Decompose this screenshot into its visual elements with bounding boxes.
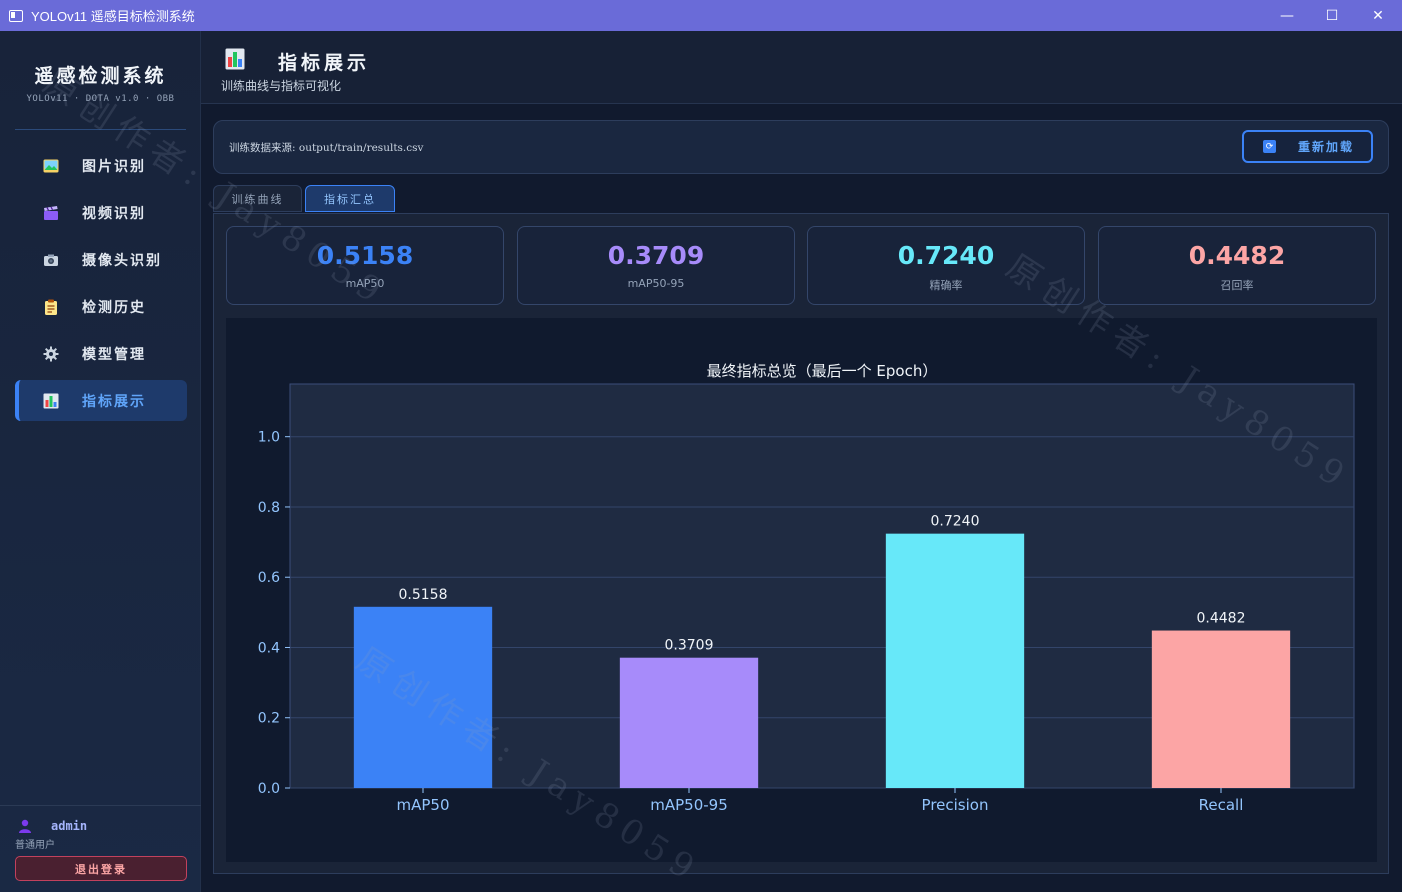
user-name: admin	[51, 819, 88, 833]
sidebar-item-image[interactable]: 图片识别	[15, 145, 187, 186]
y-tick-label: 0.2	[258, 711, 280, 727]
metric-value: 0.3709	[607, 241, 705, 270]
bar-chart-icon	[225, 48, 245, 70]
minimize-button[interactable]: —	[1264, 0, 1310, 31]
bar-chart-icon	[43, 393, 59, 409]
clapper-icon	[43, 205, 59, 221]
y-tick-label: 0.8	[258, 500, 280, 516]
sidebar-item-metrics[interactable]: 指标展示	[15, 380, 187, 421]
bar-map50	[353, 606, 493, 788]
bar-value-label: 0.5158	[399, 587, 448, 603]
image-icon	[43, 158, 59, 174]
tab-metrics-summary[interactable]: 指标汇总	[305, 185, 395, 212]
reload-button[interactable]: ⟳ 重新加载	[1242, 130, 1373, 163]
sidebar-item-history[interactable]: 检测历史	[15, 286, 187, 327]
x-tick-label: Precision	[922, 796, 989, 814]
sidebar-item-label: 指标展示	[82, 393, 146, 410]
metric-card-map50: 0.5158 mAP50	[226, 226, 504, 305]
chart-title: 最终指标总览（最后一个 Epoch）	[707, 362, 938, 380]
app-icon	[9, 9, 23, 22]
metric-card-map50-95: 0.3709 mAP50-95	[517, 226, 795, 305]
refresh-icon: ⟳	[1263, 140, 1276, 153]
chart-svg: 0.0 0.2 0.4 0.6 0.8 1.0 0.5158 mAP50 0.3709 mAP50…	[258, 362, 1355, 814]
sidebar-item-label: 摄像头识别	[82, 252, 162, 269]
clipboard-icon	[43, 299, 59, 315]
sidebar-item-label: 图片识别	[82, 158, 146, 175]
page-title: 指标展示	[278, 52, 371, 74]
metric-value: 0.4482	[1188, 241, 1286, 270]
x-tick-label: mAP50	[396, 796, 449, 814]
page-header: 指标展示 训练曲线与指标可视化	[201, 31, 1402, 104]
window-titlebar: YOLOv11 遥感目标检测系统 — ☐ ✕	[0, 0, 1402, 31]
brand-title: 遥感检测系统	[34, 65, 167, 87]
reload-button-label: 重新加载	[1298, 140, 1355, 154]
metric-label: 召回率	[1220, 279, 1254, 292]
close-button[interactable]: ✕	[1355, 0, 1401, 31]
metric-card-recall: 0.4482 召回率	[1098, 226, 1376, 305]
brand-divider	[15, 129, 186, 130]
sidebar: 遥感检测系统 YOLOv11 · DOTA v1.0 · OBB 图片识别 视频…	[0, 31, 201, 892]
camera-icon	[43, 252, 59, 268]
sidebar-item-camera[interactable]: 摄像头识别	[15, 239, 187, 280]
x-tick-label: mAP50-95	[650, 796, 728, 814]
sidebar-item-video[interactable]: 视频识别	[15, 192, 187, 233]
maximize-button[interactable]: ☐	[1309, 0, 1355, 31]
y-tick-label: 0.0	[258, 781, 280, 797]
bar-recall	[1151, 630, 1291, 788]
metric-label: mAP50	[345, 277, 385, 290]
sidebar-item-label: 模型管理	[82, 346, 146, 363]
main-content: 指标展示 训练曲线与指标可视化 训练数据来源: output/train/res…	[201, 31, 1402, 892]
logout-button[interactable]: 退出登录	[15, 856, 187, 881]
y-tick-label: 0.6	[258, 570, 280, 586]
user-role: 普通用户	[15, 840, 55, 851]
y-tick-label: 0.4	[258, 640, 280, 656]
x-tick-label: Recall	[1199, 796, 1244, 814]
y-tick-label: 1.0	[258, 430, 280, 446]
sidebar-item-label: 检测历史	[82, 299, 146, 316]
bar-value-label: 0.4482	[1197, 611, 1246, 627]
sidebar-item-models[interactable]: 模型管理	[15, 333, 187, 374]
page-subtitle: 训练曲线与指标可视化	[221, 79, 342, 93]
bar-value-label: 0.3709	[665, 638, 714, 654]
gear-icon	[43, 346, 59, 362]
data-source-text: 训练数据来源: output/train/results.csv	[229, 142, 424, 154]
sidebar-item-label: 视频识别	[82, 205, 146, 222]
metrics-panel: 0.5158 mAP50 0.3709 mAP50-95 0.7240 精确率 …	[213, 213, 1389, 874]
metric-label: mAP50-95	[627, 277, 685, 290]
data-source-bar: 训练数据来源: output/train/results.csv ⟳ 重新加载	[213, 120, 1389, 174]
metric-card-precision: 0.7240 精确率	[807, 226, 1085, 305]
metric-label: 精确率	[929, 279, 963, 292]
user-avatar-icon	[19, 818, 31, 833]
user-divider	[0, 805, 201, 806]
tab-training-curves[interactable]: 训练曲线	[213, 185, 302, 212]
brand-subtitle: YOLOv11 · DOTA v1.0 · OBB	[26, 94, 175, 104]
bar-value-label: 0.7240	[931, 514, 980, 530]
bar-precision	[885, 533, 1025, 788]
bar-map50-95	[619, 657, 759, 788]
metric-value: 0.7240	[897, 241, 995, 270]
window-title: YOLOv11 遥感目标检测系统	[31, 9, 195, 24]
bar-chart: 0.0 0.2 0.4 0.6 0.8 1.0 0.5158 mAP50 0.3709 mAP50…	[226, 318, 1377, 862]
metric-value: 0.5158	[316, 241, 414, 270]
